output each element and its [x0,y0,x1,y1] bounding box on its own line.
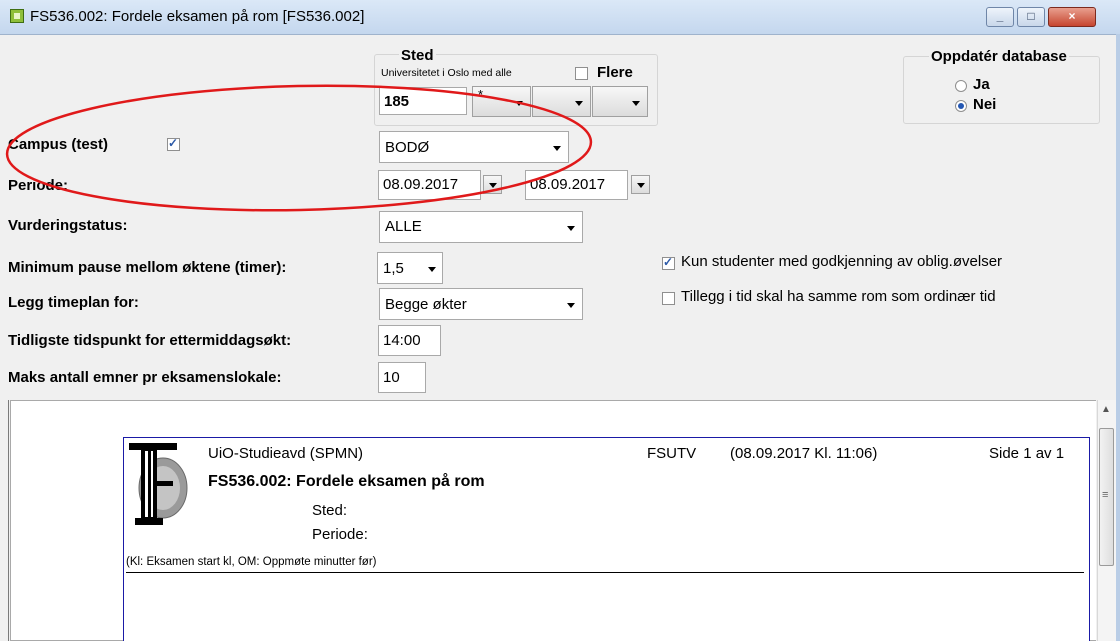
minpause-select-value: 1,5 [383,260,404,277]
sted-dropdown-2[interactable] [532,86,591,117]
db-radio-nei[interactable] [955,100,967,112]
flere-checkbox[interactable] [575,67,588,80]
window-title: FS536.002: Fordele eksamen på rom [FS536… [30,8,365,25]
periode-label: Periode: [8,177,69,194]
close-button[interactable]: × [1048,7,1096,27]
chevron-down-icon [575,101,583,106]
timeplan-label: Legg timeplan for: [8,294,139,311]
godkjenning-label: Kun studenter med godkjenning av oblig.ø… [681,253,1003,270]
sted-label: Sted [399,47,436,64]
timeplan-select-value: Begge økter [385,296,467,313]
tidligste-label: Tidligste tidspunkt for ettermiddagsøkt: [8,332,292,349]
sted-code-value: 185 [384,93,410,110]
minpause-select[interactable]: 1,5 [377,252,443,284]
campus-select[interactable]: BODØ [379,131,569,163]
sted-dropdown-3[interactable] [592,86,648,117]
tillegg-label: Tillegg i tid skal ha samme rom som ordi… [681,288,996,305]
flere-label: Flere [597,64,633,81]
chevron-down-icon [637,183,645,188]
vurdering-select-value: ALLE [385,218,422,235]
report-page-number: Side 1 av 1 [989,445,1065,462]
report-page [123,437,1090,641]
report-title: FS536.002: Fordele eksamen på rom [208,473,485,490]
report-system: FSUTV [647,445,697,462]
vurdering-label: Vurderingstatus: [8,217,128,234]
maks-input[interactable]: 10 [378,362,426,393]
scroll-up-icon[interactable]: ▲ [1101,404,1111,415]
window-frame [1116,34,1120,641]
godkjenning-checkbox[interactable] [662,255,675,270]
periode-to-calendar-button[interactable] [631,175,650,194]
report-left-edge [0,400,9,641]
campus-checkbox[interactable] [167,136,180,151]
maximize-button[interactable]: □ [1017,7,1045,27]
app-icon [10,9,24,23]
db-nei-label: Nei [973,96,997,113]
db-group [903,56,1100,124]
sted-code-input[interactable]: 185 [379,87,467,115]
tidligste-value: 14:00 [383,332,421,349]
grip-icon: ≡ [1102,489,1109,501]
db-title: Oppdatér database [929,48,1069,65]
report-divider [126,572,1084,573]
campus-select-value: BODØ [385,139,430,156]
sted-dropdown-1-value: * [478,87,484,102]
chevron-down-icon [489,183,497,188]
minimize-button[interactable]: _ [986,7,1014,27]
chevron-down-icon [567,226,575,231]
tillegg-checkbox[interactable] [662,292,675,305]
vurdering-select[interactable]: ALLE [379,211,583,243]
minimize-icon: _ [996,9,1004,23]
chevron-down-icon [428,267,436,272]
report-periode: Periode: [312,526,368,543]
sted-dropdown-1[interactable]: * [472,86,531,117]
report-datetime: (08.09.2017 Kl. 11:06) [730,445,878,462]
periode-from-value: 08.09.2017 [383,176,459,193]
periode-to-input[interactable]: 08.09.2017 [525,170,628,200]
report-sted: Sted: [312,502,348,519]
uio-logo-icon [129,443,188,525]
close-icon: × [1068,9,1076,23]
chevron-down-icon [553,146,561,151]
periode-from-calendar-button[interactable] [483,175,502,194]
report-note: (Kl: Eksamen start kl, OM: Oppmøte minut… [126,556,377,568]
db-ja-label: Ja [973,76,990,93]
sted-sublabel: Universitetet i Oslo med alle [381,67,512,79]
chevron-down-icon [632,101,640,106]
minpause-label: Minimum pause mellom øktene (timer): [8,259,287,276]
timeplan-select[interactable]: Begge økter [379,288,583,320]
chevron-down-icon [567,303,575,308]
maks-value: 10 [383,369,400,386]
maximize-icon: □ [1027,9,1035,23]
db-radio-ja[interactable] [955,80,967,92]
tidligste-input[interactable]: 14:00 [378,325,441,356]
chevron-down-icon [515,101,523,106]
maks-label: Maks antall emner pr eksamenslokale: [8,369,282,386]
periode-from-input[interactable]: 08.09.2017 [378,170,481,200]
campus-label: Campus (test) [8,136,109,153]
periode-to-value: 08.09.2017 [530,176,606,193]
report-org: UiO-Studieavd (SPMN) [208,445,364,462]
